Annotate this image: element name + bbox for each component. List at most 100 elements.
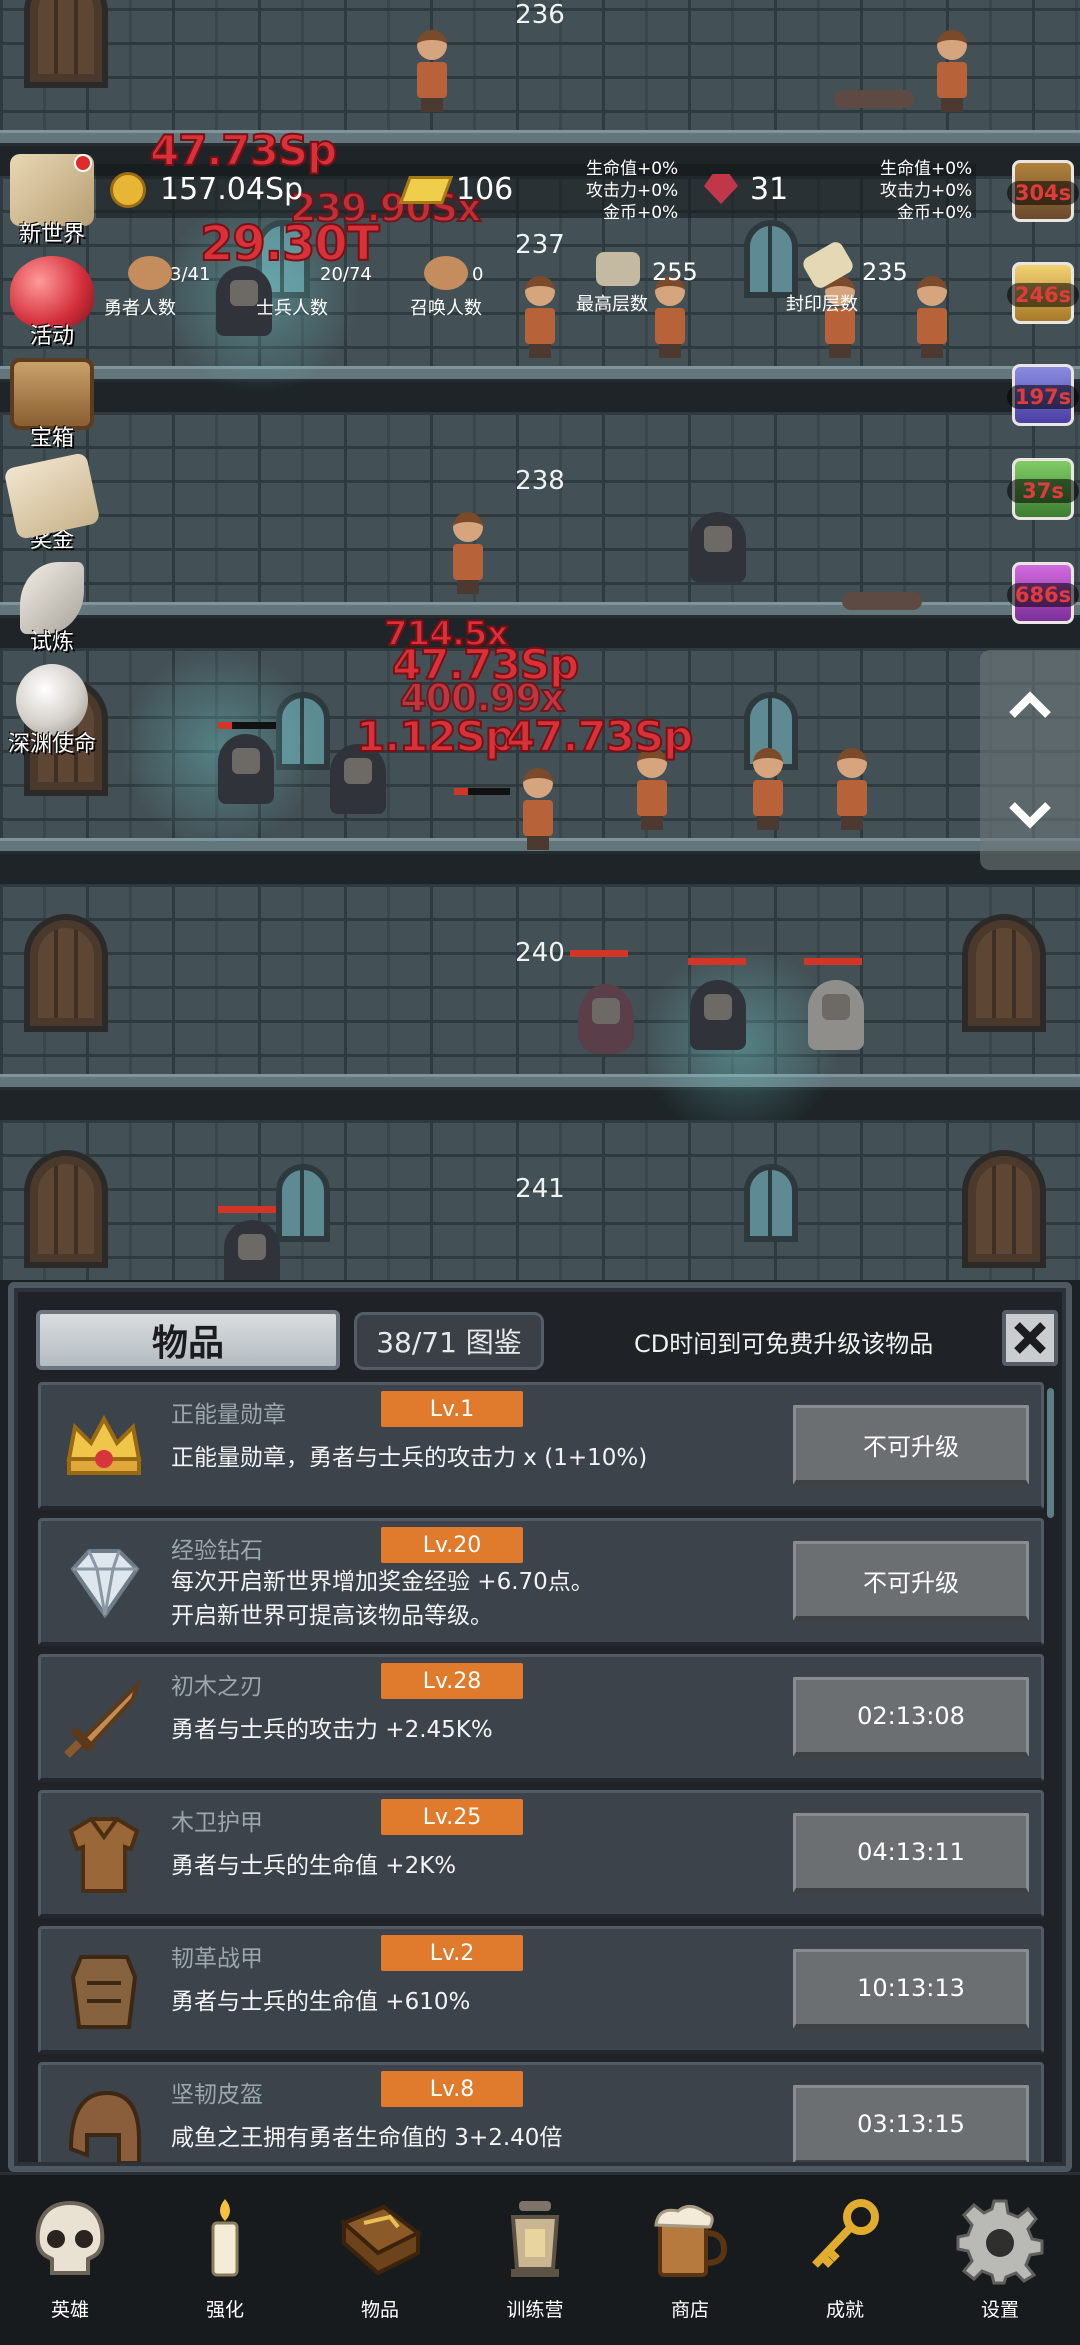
fallen-enemy (834, 90, 914, 108)
scroll-down-button[interactable] (980, 760, 1080, 870)
list-item: 初木之刃 Lv.28 勇者与士兵的攻击力 +2.45K% 02:13:08 (38, 1654, 1044, 1782)
items-tab[interactable]: 物品 (36, 1310, 340, 1370)
hero-sprite (414, 30, 450, 112)
buff-stats-right: 生命值+0% 攻击力+0% 金币+0% (880, 159, 973, 223)
ghost-enemy (808, 980, 864, 1050)
items-panel: 物品 38/71 图鉴 CD时间到可免费升级该物品 正能量勋章 Lv.1 正能量… (8, 1282, 1072, 2172)
ghost-enemy (690, 980, 746, 1050)
candle-icon (211, 2199, 239, 2277)
coin-icon (110, 172, 146, 208)
hero-sprite (750, 748, 786, 830)
hero-sprite (934, 30, 970, 112)
close-icon (1014, 1322, 1046, 1354)
timer-button-5[interactable]: 686s (1007, 562, 1079, 624)
stone-icon (596, 252, 640, 286)
timer-button-2[interactable]: 246s (1007, 262, 1079, 324)
tower-view[interactable]: 236 237 238 240 241 157.04Sp 106 31 生命值+… (0, 0, 1080, 1280)
dungeon-door (962, 1150, 1046, 1268)
floor-number: 237 (515, 230, 565, 260)
key-icon (812, 2199, 879, 2268)
hero-sprite (450, 512, 486, 594)
dungeon-door (24, 1150, 108, 1268)
list-item: 经验钻石 Lv.20 每次开启新世界增加奖金经验 +6.70点。 开启新世界可提高… (38, 1518, 1044, 1646)
bottom-nav: 英雄 强化 物品 训练营 商店 成就 设置 (0, 2172, 1080, 2345)
book-icon (340, 2204, 422, 2276)
nav-achievements[interactable]: 成就 (775, 2193, 915, 2322)
list-item: 坚韧皮盔 Lv.8 咸鱼之王拥有勇者生命值的 3+2.40倍 03:13:15 (38, 2062, 1044, 2162)
list-item: 韧革战甲 Lv.2 勇者与士兵的生命值 +610% 10:13:13 (38, 1926, 1044, 2054)
gear-icon (956, 2199, 1044, 2285)
ruby-amount: 31 (750, 172, 789, 207)
dungeon-door (24, 914, 108, 1032)
hero-sprite (520, 768, 556, 850)
upgrade-button[interactable]: 04:13:11 (793, 1813, 1029, 1893)
dungeon-door (962, 914, 1046, 1032)
bat-enemy (578, 984, 634, 1054)
list-item: 正能量勋章 Lv.1 正能量勋章，勇者与士兵的攻击力 x (1+10%) 不可升… (38, 1382, 1044, 1510)
summon-icon (424, 256, 468, 290)
floor-number: 241 (515, 1174, 565, 1204)
floor-number: 240 (515, 938, 565, 968)
floor-number: 236 (515, 0, 565, 30)
floor-scroll-panel (980, 650, 1080, 870)
abyss-mission-button[interactable]: 深渊使命 (0, 664, 104, 758)
hero-sprite (834, 748, 870, 830)
item-list[interactable]: 正能量勋章 Lv.1 正能量勋章，勇者与士兵的攻击力 x (1+10%) 不可升… (38, 1382, 1054, 2162)
ghost-enemy (218, 734, 274, 804)
list-item: 木卫护甲 Lv.25 勇者与士兵的生命值 +2K% 04:13:11 (38, 1790, 1044, 1918)
top-floor-label: 最高层数 (576, 294, 648, 315)
ghost-enemy (690, 512, 746, 582)
timer-button-4[interactable]: 37s (1007, 458, 1079, 520)
hero-sprite (914, 276, 950, 358)
floor-238: 238 (0, 412, 1080, 648)
upgrade-button[interactable]: 10:13:13 (793, 1949, 1029, 2029)
hero-sprite (822, 276, 858, 358)
game-screen: 236 237 238 240 241 157.04Sp 106 31 生命值+… (0, 0, 1080, 2345)
nav-items[interactable]: 物品 (310, 2193, 450, 2322)
upgrade-button[interactable]: 02:13:08 (793, 1677, 1029, 1757)
gold-bar-amount: 106 (456, 172, 514, 207)
top-floor-value: 255 (652, 258, 698, 286)
buff-stats-left: 生命值+0% 攻击力+0% 金币+0% (586, 159, 679, 223)
upgrade-button[interactable]: 不可升级 (793, 1405, 1029, 1485)
collection-button[interactable]: 38/71 图鉴 (354, 1312, 544, 1370)
timer-button-3[interactable]: 197s (1007, 364, 1079, 426)
skull-icon (35, 2200, 105, 2275)
floor-number: 238 (515, 466, 565, 496)
hero-sprite (522, 276, 558, 358)
nav-enhance[interactable]: 强化 (155, 2193, 295, 2322)
summon-count: 0 (472, 264, 484, 285)
diamond-icon (70, 1549, 140, 1619)
hero-sprite (652, 276, 688, 358)
beer-mug-icon (654, 2205, 728, 2277)
floor-240: 240 (0, 884, 1080, 1144)
nav-shop[interactable]: 商店 (620, 2193, 760, 2322)
bonus-button[interactable]: 奖金 (0, 452, 104, 554)
nav-training-camp[interactable]: 训练营 (465, 2193, 605, 2322)
nav-settings[interactable]: 设置 (930, 2193, 1070, 2322)
event-button[interactable]: 活动 (0, 256, 104, 350)
upgrade-button[interactable]: 03:13:15 (793, 2085, 1029, 2162)
treasure-chest-button[interactable]: 宝箱 (0, 358, 104, 452)
nav-heroes[interactable]: 英雄 (0, 2193, 140, 2322)
notification-dot (74, 154, 92, 172)
crown-medal-icon (66, 1414, 142, 1475)
sealed-floor-value: 235 (862, 258, 908, 286)
hero-icon (128, 256, 172, 290)
chevron-down-icon (1009, 802, 1051, 829)
close-button[interactable] (1002, 1310, 1058, 1366)
wooden-armor-icon (68, 1817, 140, 1893)
upgrade-button[interactable]: 不可升级 (793, 1541, 1029, 1621)
hero-count-label: 勇者人数 (104, 298, 176, 319)
ghost-enemy (224, 1220, 280, 1280)
timer-button-1[interactable]: 304s (1007, 160, 1079, 222)
leather-armor-icon (70, 1955, 138, 2029)
damage-number: 47.73Sp (505, 711, 694, 762)
damage-number: 47.73Sp (149, 125, 338, 176)
cd-hint: CD时间到可免费升级该物品 (634, 1330, 934, 1358)
trial-button[interactable]: 试炼 (0, 562, 104, 656)
sealed-floor-label: 封印层数 (786, 294, 858, 315)
leather-helmet-icon (68, 2090, 141, 2162)
scroll-up-button[interactable] (980, 650, 1080, 760)
damage-number: 1.12Sp (355, 711, 516, 762)
